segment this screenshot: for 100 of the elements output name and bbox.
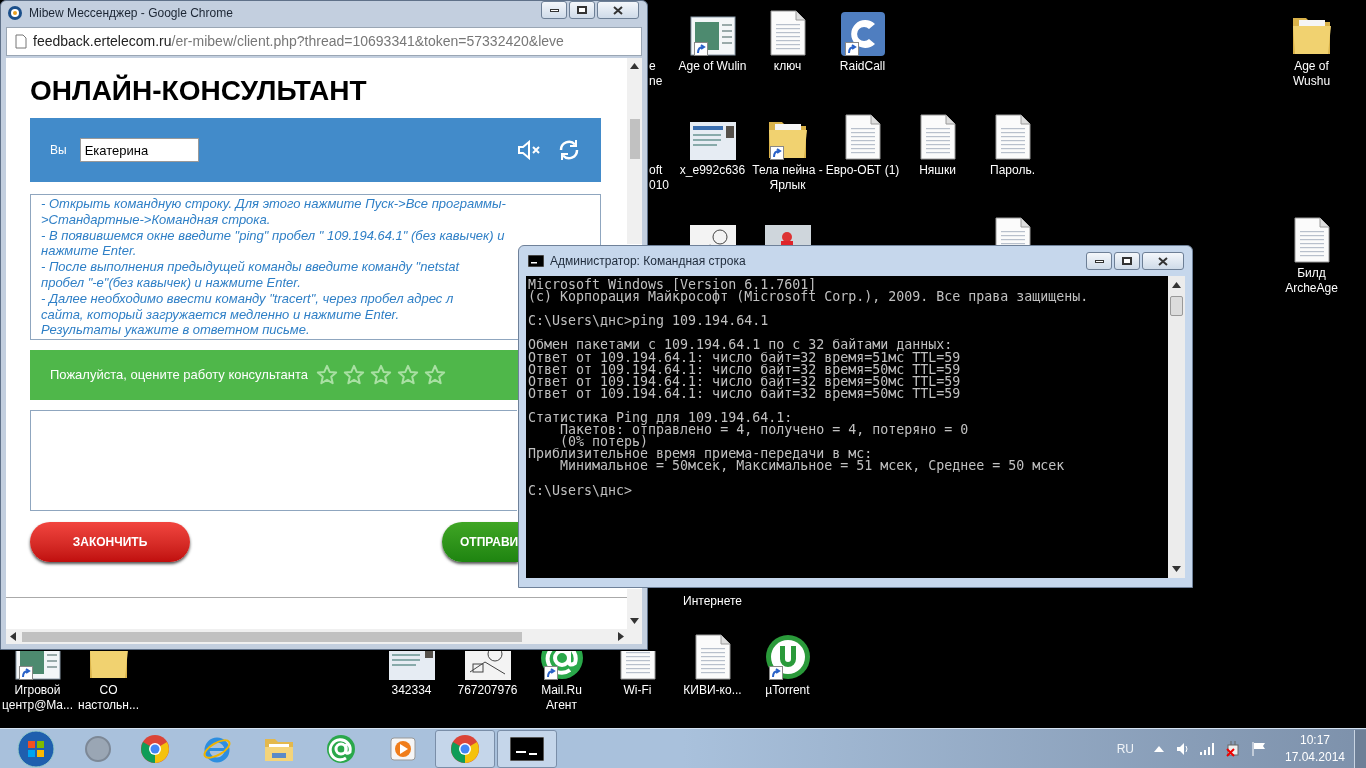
console-line: C:\Users\днс>	[528, 484, 633, 497]
document-icon[interactable]	[844, 114, 881, 160]
console-line: (c) Корпорация Майкрософт (Microsoft Corp.), 2009. Все права защищены.	[528, 291, 1089, 304]
desktop-icon-label[interactable]: x_e992c636	[679, 163, 746, 178]
document-icon[interactable]	[994, 217, 1031, 245]
close-button[interactable]	[597, 1, 639, 19]
show-desktop-button[interactable]	[1354, 729, 1366, 768]
chat-message: - Далее необходимо ввести команду "tracert", через пробел адрес л сайта, который загружается медленно и нажмите Enter.	[41, 290, 454, 323]
scroll-up-icon[interactable]	[630, 63, 639, 69]
start-orb-icon[interactable]	[17, 729, 55, 768]
console-line: Обмен пакетами с 109.194.64.1 по с 32 байтами данных:	[528, 339, 953, 352]
torrent-logo-icon[interactable]	[764, 634, 811, 680]
caret-up-icon[interactable]	[1154, 745, 1164, 752]
document-icon[interactable]	[1293, 217, 1330, 263]
mute-icon[interactable]	[517, 140, 541, 160]
desktop-icon-label[interactable]: CO настольн...	[78, 683, 139, 713]
scroll-right-icon[interactable]	[618, 632, 624, 641]
desktop-icon-label[interactable]: µTorrent	[765, 683, 810, 698]
console-line: C:\Users\днс>ping 109.194.64.1	[528, 315, 769, 328]
desktop-icon-label[interactable]: 767207976	[457, 683, 518, 698]
desktop-icon-label[interactable]: Интернете	[675, 594, 750, 609]
console-line: (0% потерь)	[560, 436, 649, 449]
console-line: Ответ от 109.194.64.1: число байт=32 время=50мс TTL=59	[528, 363, 961, 376]
desktop-icon-label[interactable]: Няшки	[919, 163, 956, 178]
console-line: Статистика Ping для 109.194.64.1:	[528, 412, 793, 425]
url-text: feedback.ertelecom.ru/er-mibew/client.php?thread=10693341&token=57332420&leve	[33, 32, 564, 51]
end-chat-button[interactable]: ЗАКОНЧИТЬ	[30, 522, 190, 562]
window-title: Mibew Мессенджер - Google Chrome	[29, 4, 233, 22]
flag-icon[interactable]	[1252, 741, 1266, 756]
minimize-button[interactable]	[1086, 252, 1112, 270]
horizontal-scrollbar[interactable]	[6, 629, 642, 644]
minimize-icon	[1094, 259, 1104, 263]
desktop-icon-label[interactable]: Age of Wushu	[1292, 59, 1331, 89]
scroll-down-icon[interactable]	[1172, 566, 1181, 572]
desktop-icon-label[interactable]: Билд ArcheAge	[1285, 266, 1338, 296]
send-button[interactable]: ОТПРАВИ	[442, 522, 518, 562]
desktop-icon-label[interactable]: Age of Wulin	[678, 59, 747, 74]
vertical-scrollbar[interactable]	[1168, 276, 1185, 578]
desktop-icon-label[interactable]: Евро-ОБТ (1)	[825, 163, 900, 178]
scroll-down-icon[interactable]	[630, 618, 639, 624]
browser-icon[interactable]	[450, 733, 480, 764]
raidcall-logo-icon[interactable]	[840, 12, 885, 56]
console-line: Ответ от 109.194.64.1: число байт=32 время=51мс TTL=59	[528, 351, 961, 364]
refresh-icon[interactable]	[557, 138, 581, 162]
document-icon[interactable]	[619, 651, 656, 680]
scrollbar-thumb[interactable]	[629, 119, 640, 159]
scrollbar-track[interactable]	[627, 589, 642, 629]
desktop-icon-label[interactable]: Mail.Ru Агент	[541, 683, 582, 713]
scrollbar-thumb[interactable]	[22, 631, 522, 642]
minimize-button[interactable]	[541, 1, 567, 19]
address-bar[interactable]: feedback.ertelecom.ru/er-mibew/client.php?thread=10693341&token=57332420&leve	[6, 27, 642, 56]
chat-message: - Открыть командную строку. Для этого нажмите Пуск->Все программы- >Стандартные->Командная строка.	[41, 196, 506, 228]
chat-message: - После выполнения предыдущей команды введите команду "netstat пробел "-e"(без кавычек) и нажмите Enter.	[41, 259, 460, 291]
desktop-icon-label[interactable]: Wi-Fi	[623, 683, 652, 698]
speaker-icon[interactable]	[1176, 741, 1190, 756]
desktop-icon-label[interactable]: Игровой центр@Ma...	[1, 683, 74, 713]
message-input[interactable]	[30, 410, 517, 511]
document-icon[interactable]	[919, 114, 956, 160]
desktop-icon-label[interactable]: e ne	[649, 59, 663, 89]
maximize-button[interactable]	[1114, 252, 1140, 270]
desktop-icon-label[interactable]: ключ	[773, 59, 802, 74]
desktop-icon-label[interactable]: 342334	[391, 683, 432, 698]
chat-message: - В появившемся окне введите "ping" пробел " 109.194.64.1" (без кавычек) и нажмите Enter.	[41, 227, 505, 260]
star-rating[interactable]	[315, 364, 446, 386]
maximize-icon	[1122, 257, 1132, 265]
window-icon[interactable]	[689, 16, 736, 56]
desktop-icon-label[interactable]: КИВИ-ко...	[683, 683, 742, 698]
document-icon[interactable]	[694, 634, 731, 680]
signal-bars-icon[interactable]	[1200, 742, 1216, 755]
vertical-scrollbar[interactable]	[627, 58, 642, 244]
desktop-icon-label[interactable]: Пароль.	[990, 163, 1035, 178]
document-icon[interactable]	[994, 114, 1031, 160]
taskbar-button[interactable]	[497, 729, 557, 768]
console-icon	[528, 255, 544, 267]
window-title: Администратор: Командная строка	[550, 253, 746, 270]
page-heading: ОНЛАЙН-КОНСУЛЬТАНТ	[30, 73, 367, 108]
console-line: Приблизительное время приема-передачи в мс:	[528, 448, 873, 461]
power-plug-icon[interactable]	[1226, 740, 1240, 757]
close-icon	[1158, 256, 1168, 266]
maximize-icon	[577, 6, 587, 14]
console-icon[interactable]	[510, 736, 544, 761]
scroll-left-icon[interactable]	[10, 632, 16, 641]
scroll-up-icon[interactable]	[1172, 282, 1181, 288]
rating-prompt: Пожалуйста, оцените работу консультанта	[50, 366, 308, 385]
document-icon[interactable]	[769, 10, 806, 56]
console-line: Минимальное = 50мсек, Максимальное = 51 мсек, Среднее = 50 мсек	[560, 460, 1065, 473]
minimize-icon	[549, 8, 559, 12]
close-button[interactable]	[1142, 252, 1184, 270]
desktop-icon-label[interactable]: RaidCall	[839, 59, 886, 74]
name-label: Вы	[50, 142, 67, 159]
desktop-icon-label[interactable]: oft 010	[649, 163, 670, 193]
chat-message: Результаты укажите в ответном письме.	[41, 322, 310, 339]
console-line: Ответ от 109.194.64.1: число байт=32 время=50мс TTL=59	[528, 387, 961, 400]
browser-icon[interactable]	[140, 733, 170, 764]
desktop-icon-label[interactable]: Тела пейна - Ярлык	[752, 163, 823, 193]
maximize-button[interactable]	[569, 1, 595, 19]
close-icon	[613, 5, 623, 15]
scrollbar-thumb[interactable]	[1170, 296, 1183, 316]
name-field[interactable]: Екатерина	[79, 138, 199, 162]
console-line: Ответ от 109.194.64.1: число байт=32 время=50мс TTL=59	[528, 375, 961, 388]
